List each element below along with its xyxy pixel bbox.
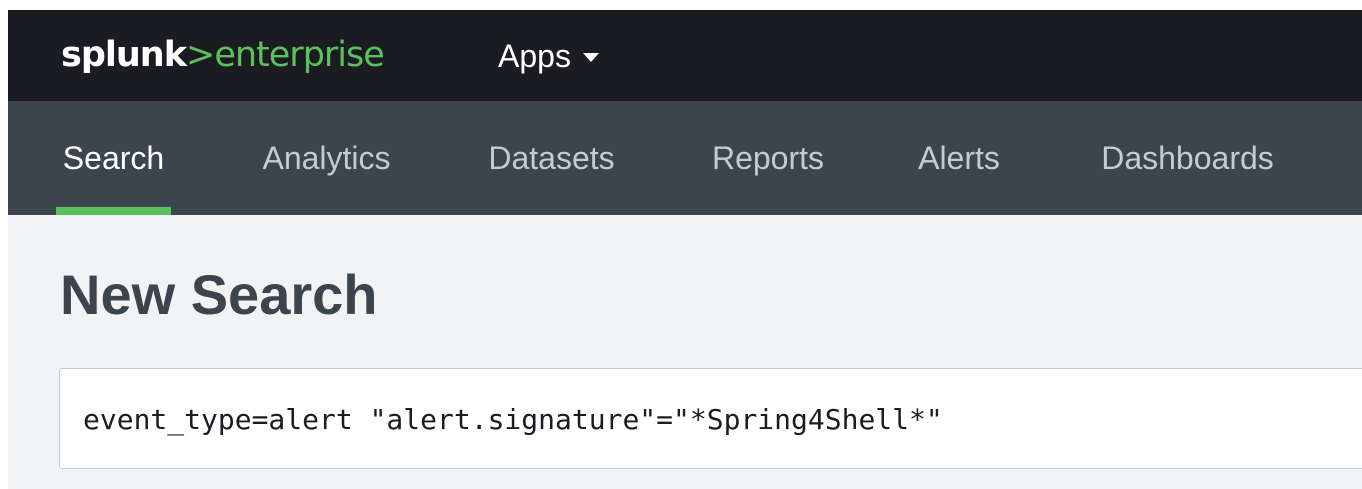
tab-datasets-label: Datasets: [488, 139, 615, 176]
caret-down-icon: [582, 53, 599, 62]
tab-datasets[interactable]: Datasets: [474, 101, 629, 215]
active-tab-indicator: [56, 207, 171, 215]
tab-reports-label: Reports: [711, 139, 825, 176]
top-header-bar: splunk>enterprise Apps: [8, 10, 1362, 101]
page-title: New Search: [60, 263, 378, 326]
apps-menu-label: Apps: [498, 37, 571, 74]
tab-reports[interactable]: Reports: [698, 101, 838, 215]
logo-product-text: enterprise: [214, 35, 384, 75]
logo-chevron-text: >: [186, 35, 215, 75]
splunk-enterprise-logo[interactable]: splunk>enterprise: [61, 32, 385, 78]
tab-dashboards-label: Dashboards: [1101, 139, 1274, 176]
tab-analytics-label: Analytics: [262, 139, 391, 176]
apps-menu-button[interactable]: Apps: [498, 36, 599, 76]
tab-dashboards[interactable]: Dashboards: [1080, 101, 1295, 215]
search-bar[interactable]: [59, 368, 1362, 469]
logo-brand-text: splunk: [61, 35, 187, 75]
tab-analytics[interactable]: Analytics: [244, 101, 409, 215]
tab-alerts-label: Alerts: [918, 139, 1000, 176]
search-query-input[interactable]: [83, 399, 1283, 439]
splunk-window: splunk>enterprise Apps Search Analytics …: [8, 10, 1362, 489]
tab-alerts[interactable]: Alerts: [904, 101, 1014, 215]
app-navigation-bar: Search Analytics Datasets Reports Alerts…: [8, 101, 1362, 215]
tab-search[interactable]: Search: [56, 101, 171, 215]
tab-search-label: Search: [62, 139, 165, 176]
